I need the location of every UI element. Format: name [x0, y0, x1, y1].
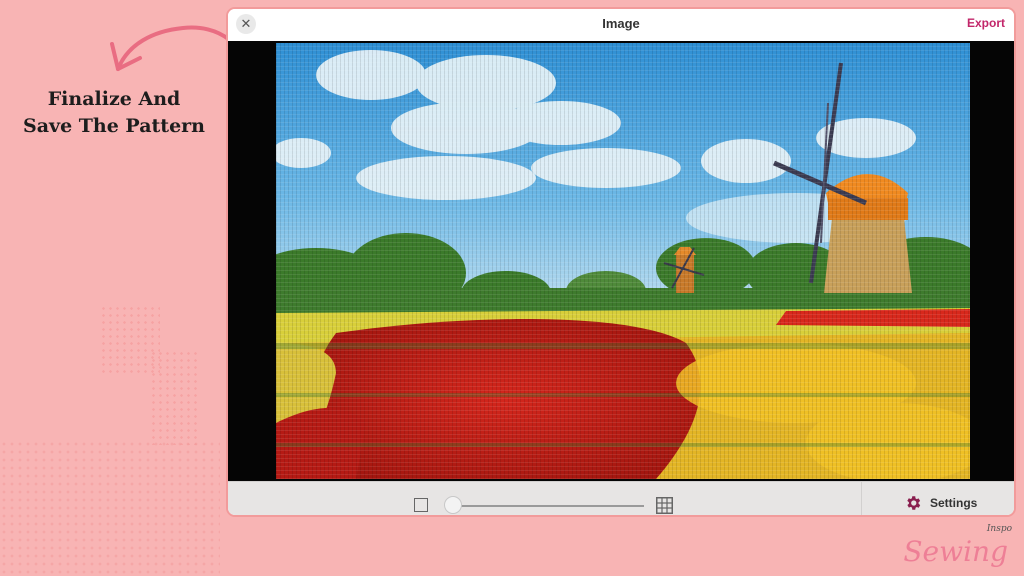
- settings-label: Settings: [930, 496, 978, 510]
- preview-canvas: [228, 41, 1014, 481]
- zoom-out-square-icon[interactable]: [414, 498, 428, 512]
- decorative-dots: [0, 440, 220, 576]
- image-window: ✕ Image Export Settings: [226, 7, 1016, 517]
- zoom-slider-thumb[interactable]: [444, 496, 462, 514]
- decorative-dots: [150, 350, 200, 445]
- cross-stitch-pattern-image[interactable]: [276, 43, 970, 479]
- instruction-caption: Finalize And Save The Pattern: [14, 86, 214, 140]
- settings-button[interactable]: Settings: [861, 482, 1014, 515]
- window-title: Image: [602, 16, 640, 31]
- title-bar: ✕ Image Export: [228, 9, 1014, 41]
- gear-icon: [907, 496, 921, 510]
- decorative-dots: [100, 305, 160, 375]
- grid-icon[interactable]: [656, 497, 673, 514]
- bottom-toolbar: Settings: [228, 481, 1014, 515]
- zoom-slider-track[interactable]: [448, 505, 644, 507]
- brand-main-text: Sewing: [903, 535, 1008, 568]
- brand-small-text: Inspo: [986, 524, 1012, 534]
- caption-line: Save The Pattern: [23, 115, 205, 137]
- caption-line: Finalize And: [47, 88, 181, 110]
- stitch-texture: [276, 43, 970, 479]
- brand-logo: Inspo Sewing: [903, 520, 1018, 570]
- export-button[interactable]: Export: [967, 16, 1005, 30]
